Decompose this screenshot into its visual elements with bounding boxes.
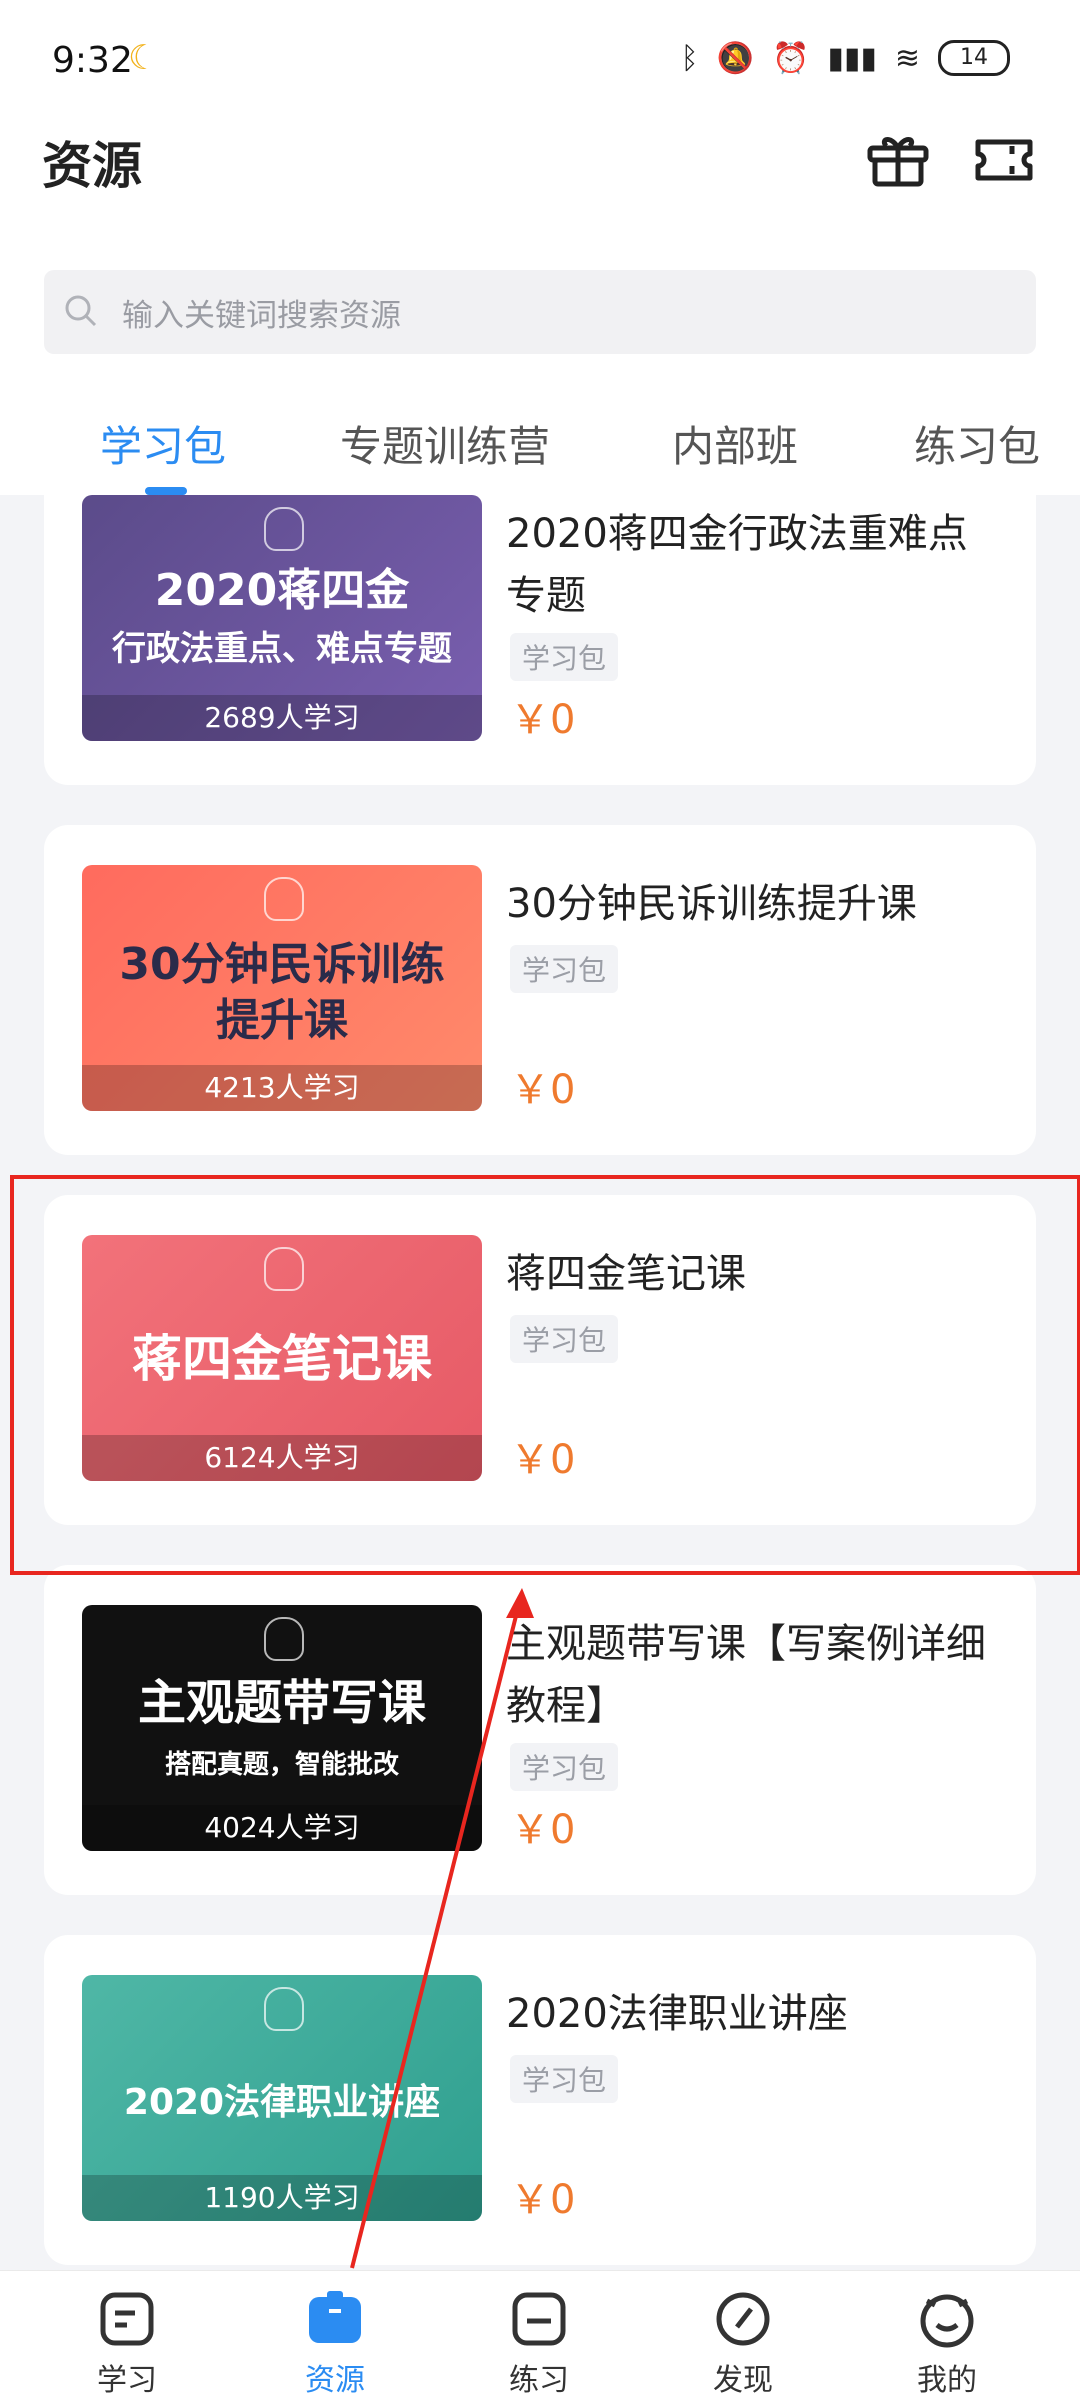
study-icon bbox=[100, 2292, 154, 2346]
thumb-title: 30分钟民诉训练 bbox=[119, 939, 445, 990]
moon-icon: ☾ bbox=[128, 38, 159, 78]
alarm-icon: ⏰ bbox=[771, 40, 810, 76]
battery-icon: 14 bbox=[938, 40, 1010, 76]
highlight-box bbox=[10, 1175, 1080, 1575]
search-input[interactable]: 输入关键词搜索资源 bbox=[122, 290, 401, 335]
tab-practice-pack[interactable]: 练习包 bbox=[914, 413, 1040, 474]
practice-icon bbox=[512, 2292, 566, 2346]
tab-internal-class[interactable]: 内部班 bbox=[672, 413, 798, 474]
bluetooth-icon: ᛒ bbox=[680, 40, 699, 76]
thumb-title: 主观题带写课 bbox=[137, 1675, 426, 1731]
logo-icon bbox=[264, 877, 304, 921]
learner-count: 4213人学习 bbox=[82, 1065, 482, 1111]
course-thumbnail: 主观题带写课 搭配真题，智能批改 4024人学习 bbox=[82, 1605, 482, 1851]
course-title: 2020法律职业讲座 bbox=[506, 1991, 848, 2037]
signal-icon: ▮▮▮ bbox=[827, 40, 877, 76]
course-title: 2020蒋四金行政法重难点专题 bbox=[506, 511, 968, 619]
logo-icon bbox=[264, 1987, 304, 2031]
status-icons: ᛒ 🔕 ⏰ ▮▮▮ ≋ 14 bbox=[681, 40, 1010, 76]
nav-label: 学习 bbox=[97, 2363, 157, 2398]
ticket-icon[interactable] bbox=[972, 132, 1036, 188]
list-item[interactable]: 30分钟民诉训练 提升课 4213人学习 30分钟民诉训练提升课 学习包 ￥0 bbox=[44, 825, 1036, 1155]
status-time: 9:32 bbox=[52, 40, 133, 81]
nav-resource[interactable]: 资源 bbox=[260, 2271, 410, 2401]
list-item[interactable]: 主观题带写课 搭配真题，智能批改 4024人学习 主观题带写课【写案例详细教程】… bbox=[44, 1565, 1036, 1895]
course-title: 30分钟民诉训练提升课 bbox=[506, 881, 917, 927]
nav-practice[interactable]: 练习 bbox=[464, 2271, 614, 2401]
nav-study[interactable]: 学习 bbox=[52, 2271, 202, 2401]
list-item[interactable]: 2020法律职业讲座 1190人学习 2020法律职业讲座 学习包 ￥0 bbox=[44, 1935, 1036, 2265]
nav-discover[interactable]: 发现 bbox=[668, 2271, 818, 2401]
nav-label: 发现 bbox=[713, 2363, 773, 2398]
nav-label: 练习 bbox=[509, 2363, 569, 2398]
thumb-title: 2020蒋四金 bbox=[154, 565, 410, 616]
resource-icon bbox=[309, 2291, 361, 2343]
bottom-nav: 学习 资源 练习 发现 我的 bbox=[0, 2270, 1080, 2401]
list-item[interactable]: 2020蒋四金 行政法重点、难点专题 2689人学习 2020蒋四金行政法重难点… bbox=[44, 495, 1036, 785]
course-thumbnail: 2020法律职业讲座 1190人学习 bbox=[82, 1975, 482, 2221]
compass-icon bbox=[716, 2292, 770, 2346]
course-title: 主观题带写课【写案例详细教程】 bbox=[506, 1621, 986, 1729]
course-tag: 学习包 bbox=[510, 945, 619, 993]
mute-icon: 🔕 bbox=[716, 40, 754, 76]
tab-study-pack[interactable]: 学习包 bbox=[100, 413, 226, 474]
course-price: ￥0 bbox=[510, 1807, 576, 1853]
logo-icon bbox=[264, 507, 304, 551]
learner-count: 2689人学习 bbox=[82, 695, 482, 741]
gift-icon[interactable] bbox=[866, 132, 930, 188]
search-bar[interactable]: 输入关键词搜索资源 bbox=[44, 270, 1036, 354]
learner-count: 1190人学习 bbox=[82, 2175, 482, 2221]
thumb-subtitle: 行政法重点、难点专题 bbox=[112, 629, 452, 669]
top-section: 9:32 ☾ ᛒ 🔕 ⏰ ▮▮▮ ≋ 14 资源 输入关键词搜索资源 学习包 专… bbox=[0, 0, 1080, 495]
thumb-title: 2020法律职业讲座 bbox=[123, 2082, 441, 2123]
course-thumbnail: 2020蒋四金 行政法重点、难点专题 2689人学习 bbox=[82, 495, 482, 741]
learner-count: 4024人学习 bbox=[82, 1805, 482, 1851]
category-tabs: 学习包 专题训练营 内部班 练习包 bbox=[0, 405, 1080, 495]
search-icon bbox=[65, 295, 97, 327]
status-bar: 9:32 ☾ ᛒ 🔕 ⏰ ▮▮▮ ≋ 14 bbox=[0, 0, 1080, 130]
course-tag: 学习包 bbox=[510, 1743, 619, 1791]
page-title: 资源 bbox=[42, 137, 142, 195]
course-price: ￥0 bbox=[510, 1067, 576, 1113]
thumb-subtitle: 提升课 bbox=[216, 995, 348, 1046]
wifi-icon: ≋ bbox=[894, 40, 920, 76]
course-thumbnail: 30分钟民诉训练 提升课 4213人学习 bbox=[82, 865, 482, 1111]
tab-indicator bbox=[145, 487, 187, 495]
course-price: ￥0 bbox=[510, 2177, 576, 2223]
profile-icon bbox=[920, 2294, 974, 2348]
nav-mine[interactable]: 我的 bbox=[872, 2271, 1022, 2401]
course-tag: 学习包 bbox=[510, 2055, 619, 2103]
nav-label: 资源 bbox=[305, 2363, 365, 2398]
course-price: ￥0 bbox=[510, 697, 576, 743]
course-tag: 学习包 bbox=[510, 633, 619, 681]
tab-topic-camp[interactable]: 专题训练营 bbox=[340, 413, 550, 474]
thumb-subtitle: 搭配真题，智能批改 bbox=[164, 1750, 399, 1780]
logo-icon bbox=[264, 1617, 304, 1661]
nav-label: 我的 bbox=[917, 2363, 977, 2398]
